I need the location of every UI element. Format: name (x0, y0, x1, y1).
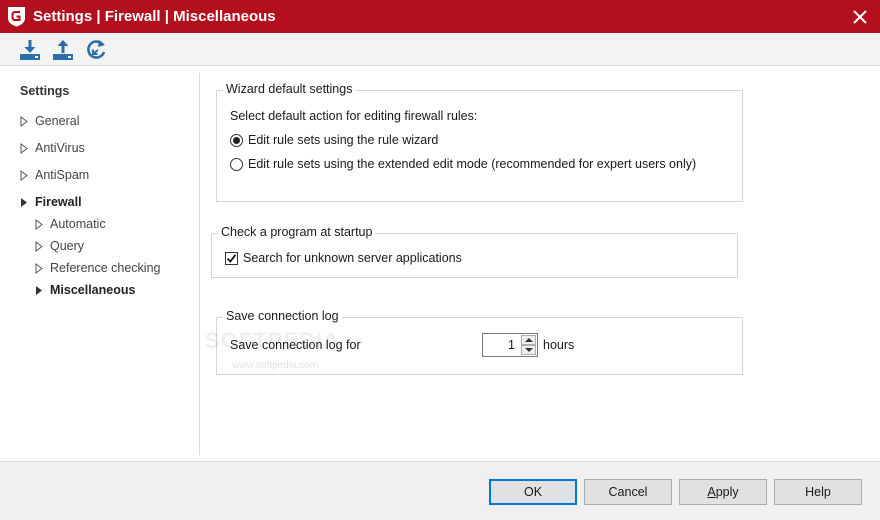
expand-arrow-icon (20, 116, 28, 127)
sidebar-item-label: Query (50, 239, 85, 253)
selected-arrow-icon (36, 286, 42, 295)
checkbox-label: Search for unknown server applications (243, 251, 462, 265)
sidebar-item-label: Firewall (35, 195, 82, 209)
radio-label: Edit rule sets using the rule wizard (248, 133, 439, 147)
window-title: Settings | Firewall | Miscellaneous (33, 8, 276, 25)
g-data-shield-logo-icon (8, 7, 25, 27)
expand-arrow-icon (35, 263, 43, 274)
expand-arrow-icon (20, 143, 28, 154)
log-unit-label: hours (543, 338, 575, 352)
sidebar-item-label: Miscellaneous (50, 283, 136, 297)
settings-sidebar: Settings General AntiVirus AntiSpam Fire… (0, 73, 200, 455)
group-title: Save connection log (223, 309, 342, 323)
expanded-arrow-icon (21, 198, 27, 207)
ok-button[interactable]: OK (489, 479, 577, 505)
radio-button[interactable] (230, 158, 243, 171)
toolbar (0, 33, 880, 66)
dialog-footer: OK Cancel Apply Help (0, 461, 880, 520)
log-hours-stepper[interactable]: 1 (482, 333, 538, 357)
sidebar-item-label: Reference checking (50, 261, 161, 275)
export-icon[interactable] (51, 38, 75, 62)
group-title: Wizard default settings (223, 82, 356, 96)
close-icon[interactable] (848, 5, 872, 29)
wizard-prompt-text: Select default action for editing firewa… (230, 109, 478, 123)
expand-arrow-icon (35, 241, 43, 252)
checkbox[interactable] (225, 252, 238, 265)
stepper-value: 1 (508, 338, 515, 352)
log-duration-label: Save connection log for (230, 338, 361, 352)
import-icon[interactable] (18, 38, 42, 62)
apply-button[interactable]: Apply (679, 479, 767, 505)
help-button[interactable]: Help (774, 479, 862, 505)
radio-button[interactable] (230, 134, 243, 147)
group-title: Check a program at startup (218, 225, 376, 239)
apply-label-rest: pply (715, 485, 739, 499)
expand-arrow-icon (35, 219, 43, 230)
softpedia-watermark-url: www.softpedia.com (232, 360, 319, 371)
restore-defaults-icon[interactable] (84, 38, 108, 62)
title-bar: Settings | Firewall | Miscellaneous (0, 0, 880, 33)
expand-arrow-icon (20, 170, 28, 181)
cancel-button[interactable]: Cancel (584, 479, 672, 505)
radio-label: Edit rule sets using the extended edit m… (248, 157, 697, 171)
sidebar-item-label: AntiVirus (35, 141, 85, 155)
sidebar-item-label: General (35, 114, 80, 128)
apply-mnemonic: A (707, 485, 716, 499)
sidebar-item-label: AntiSpam (35, 168, 90, 182)
checkmark-icon (226, 254, 237, 263)
sidebar-item-label: Automatic (50, 217, 106, 231)
stepper-down-button[interactable] (521, 345, 536, 355)
stepper-up-button[interactable] (521, 335, 536, 345)
sidebar-title: Settings (20, 84, 70, 98)
